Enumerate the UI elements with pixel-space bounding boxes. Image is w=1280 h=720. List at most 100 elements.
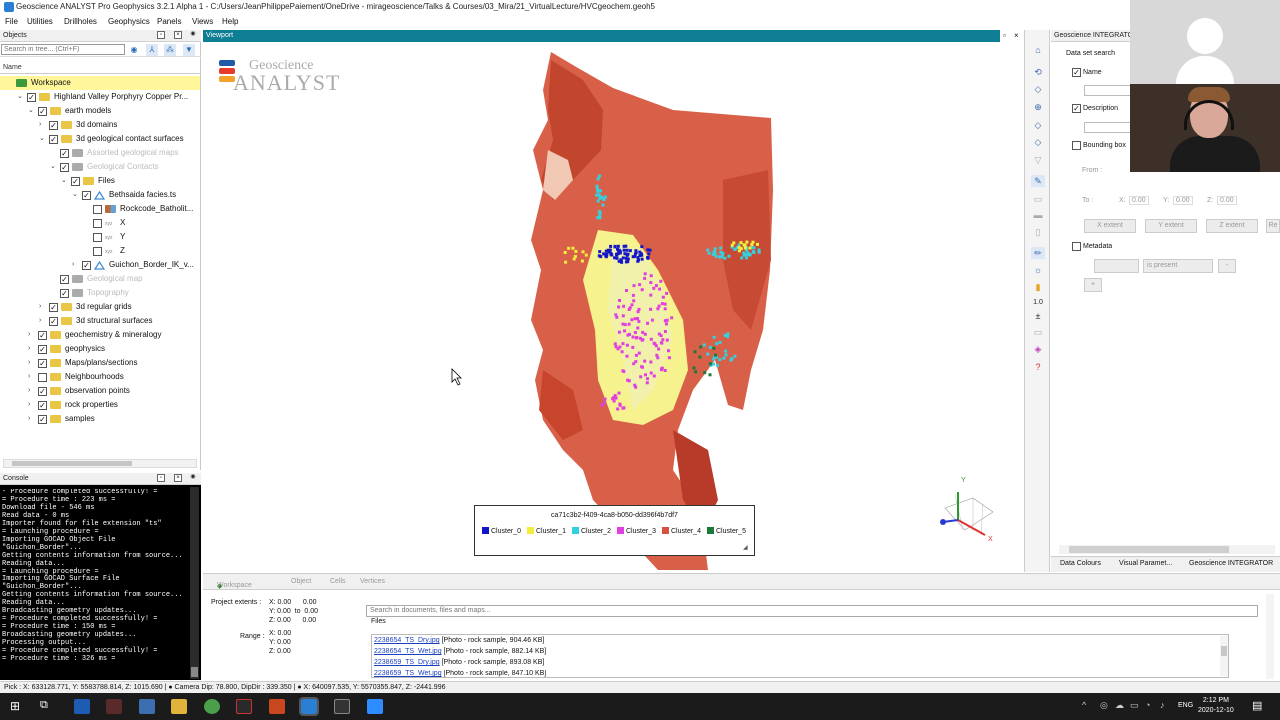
- z-extent-button[interactable]: Z extent: [1206, 219, 1258, 233]
- tree-item[interactable]: Workspace: [0, 76, 200, 90]
- expand-right-icon[interactable]: ›: [28, 412, 36, 426]
- close-icon[interactable]: ×: [174, 474, 182, 482]
- filter-icon[interactable]: ▽: [1031, 154, 1045, 166]
- windows-start-icon[interactable]: ⊞: [10, 699, 20, 713]
- tree-item[interactable]: ✓ Geological map: [0, 272, 200, 286]
- list-item[interactable]: 2238659_TS_Wet.jpg [Photo - rock sample,…: [374, 670, 546, 677]
- expand-down-icon[interactable]: ⌄: [50, 160, 58, 174]
- console-scrollbar[interactable]: [190, 487, 199, 679]
- task-view-icon[interactable]: ⧉: [40, 699, 48, 712]
- tree-item[interactable]: ⌄ ✓ Bethsaida facies.ts: [0, 188, 200, 202]
- float-icon[interactable]: ▫: [157, 31, 165, 39]
- expand-down-icon[interactable]: ⌄: [39, 132, 47, 146]
- tree-item[interactable]: xyz Y: [0, 230, 200, 244]
- tree-item-checkbox[interactable]: ✓: [49, 135, 58, 144]
- tree-item-checkbox[interactable]: ✓: [82, 261, 91, 270]
- tree-item[interactable]: xyz Z: [0, 244, 200, 258]
- tree-item[interactable]: ⌄ ✓ earth models: [0, 104, 200, 118]
- expand-down-icon[interactable]: ⌄: [61, 174, 69, 188]
- add-metadata-button[interactable]: +: [1084, 278, 1102, 292]
- menu-file[interactable]: File: [5, 17, 18, 26]
- expand-right-icon[interactable]: ›: [39, 300, 47, 314]
- scrollbar-thumb[interactable]: [12, 461, 132, 466]
- bounding-box-checkbox[interactable]: [1072, 141, 1081, 150]
- tree-item[interactable]: › ✓ geophysics: [0, 342, 200, 356]
- view-side-icon[interactable]: ◇: [1031, 119, 1045, 131]
- file-link[interactable]: 2238659_TS_Dry.jpg: [374, 659, 440, 666]
- palette-icon[interactable]: ◈: [1031, 343, 1045, 355]
- tree-item-checkbox[interactable]: ✓: [60, 289, 69, 298]
- menu-drillholes[interactable]: Drillholes: [64, 17, 97, 26]
- zoom-icon[interactable]: [367, 699, 383, 714]
- menu-panels[interactable]: Panels: [157, 17, 181, 26]
- tree-item-checkbox[interactable]: ✓: [60, 149, 69, 158]
- camera-icon[interactable]: ⌂: [1031, 44, 1045, 56]
- tab-object[interactable]: Object: [291, 578, 311, 585]
- outlook-icon[interactable]: [74, 699, 90, 714]
- app-taskbar-icon[interactable]: [236, 699, 252, 714]
- geoscience-analyst-icon[interactable]: [299, 697, 319, 716]
- tree-item-checkbox[interactable]: [93, 219, 102, 228]
- y-extent-button[interactable]: Y extent: [1145, 219, 1197, 233]
- tree-item-checkbox[interactable]: ✓: [38, 345, 47, 354]
- menu-help[interactable]: Help: [222, 17, 238, 26]
- language-indicator[interactable]: ENG: [1178, 702, 1193, 709]
- to-z-field[interactable]: 0.00: [1217, 196, 1237, 205]
- expand-down-icon[interactable]: ⌄: [72, 188, 80, 202]
- filter-data-icon[interactable]: ⁂: [164, 44, 176, 56]
- tree-item[interactable]: ⌄ ✓ Files: [0, 174, 200, 188]
- tree-item[interactable]: ✓ Topography: [0, 286, 200, 300]
- tree-item[interactable]: › ✓ Maps/plans/sections: [0, 356, 200, 370]
- tree-item[interactable]: › ✓ samples: [0, 412, 200, 426]
- list-item[interactable]: 2238654_TS_Dry.jpg [Photo - rock sample,…: [374, 637, 544, 644]
- network-icon[interactable]: ◔: [1145, 700, 1150, 710]
- eye-icon[interactable]: ◉: [189, 474, 197, 482]
- scrollbar-thumb[interactable]: [1221, 646, 1227, 656]
- description-checkbox[interactable]: ✓: [1072, 104, 1081, 113]
- viewport-panel[interactable]: Viewport ▫ × Y X Geoscience ANALYST ca71…: [203, 30, 1023, 572]
- zoom-icon[interactable]: ±: [1031, 310, 1045, 322]
- tree-item-checkbox[interactable]: ✓: [60, 275, 69, 284]
- scrollbar-thumb[interactable]: [191, 667, 198, 677]
- tree-search-input[interactable]: [1, 44, 125, 55]
- expand-right-icon[interactable]: ›: [28, 328, 36, 342]
- axes-triad-icon[interactable]: Y X: [940, 477, 994, 543]
- view-top-icon[interactable]: ◇: [1031, 136, 1045, 148]
- tree-item-checkbox[interactable]: ✓: [82, 191, 91, 200]
- tree-item-checkbox[interactable]: ✓: [27, 93, 36, 102]
- tree-item-checkbox[interactable]: ✓: [38, 107, 47, 116]
- menu-utilities[interactable]: Utilities: [27, 17, 53, 26]
- tab-vertices[interactable]: Vertices: [360, 578, 385, 585]
- expand-right-icon[interactable]: ›: [72, 258, 80, 272]
- rotate-icon[interactable]: ⟲: [1031, 66, 1045, 78]
- remove-metadata-button[interactable]: -: [1218, 259, 1236, 273]
- tree-item-checkbox[interactable]: ✓: [49, 121, 58, 130]
- close-icon[interactable]: ×: [174, 31, 182, 39]
- pencil-icon[interactable]: ✏: [1031, 247, 1045, 259]
- list-item[interactable]: 2238654_TS_Wet.jpg [Photo - rock sample,…: [374, 648, 546, 655]
- tree-item-checkbox[interactable]: ✓: [49, 317, 58, 326]
- float-icon[interactable]: ▫: [157, 474, 165, 482]
- tree-item[interactable]: ⌄ ✓ Highland Valley Porphyry Copper Pr...: [0, 90, 200, 104]
- expand-down-icon[interactable]: ⌄: [28, 104, 36, 118]
- section-icon[interactable]: ▬: [1031, 209, 1045, 221]
- tree-item[interactable]: › Neighbourhoods: [0, 370, 200, 384]
- file-link[interactable]: 2238659_TS_Wet.jpg: [374, 670, 442, 677]
- chrome-icon[interactable]: [204, 699, 220, 714]
- app-taskbar-icon[interactable]: [106, 699, 122, 714]
- tree-item-checkbox[interactable]: ✓: [38, 359, 47, 368]
- view-north-icon[interactable]: ◇: [1031, 83, 1045, 95]
- description-field[interactable]: [1084, 122, 1132, 133]
- light-icon[interactable]: ☼: [1031, 264, 1045, 276]
- scene-3d[interactable]: Y X: [203, 30, 1023, 572]
- tree-item-checkbox[interactable]: [93, 233, 102, 242]
- tree-item[interactable]: › ✓ 3d regular grids: [0, 300, 200, 314]
- tray-app-icon[interactable]: ◎: [1100, 700, 1108, 711]
- tree-item-checkbox[interactable]: ✓: [49, 303, 58, 312]
- tree-item-checkbox[interactable]: [93, 205, 102, 214]
- tab-data-colours[interactable]: Data Colours: [1060, 560, 1101, 567]
- to-x-field[interactable]: 0.00: [1129, 196, 1149, 205]
- expand-right-icon[interactable]: ›: [28, 370, 36, 384]
- name-field[interactable]: [1084, 85, 1132, 96]
- tree-item-checkbox[interactable]: ✓: [38, 331, 47, 340]
